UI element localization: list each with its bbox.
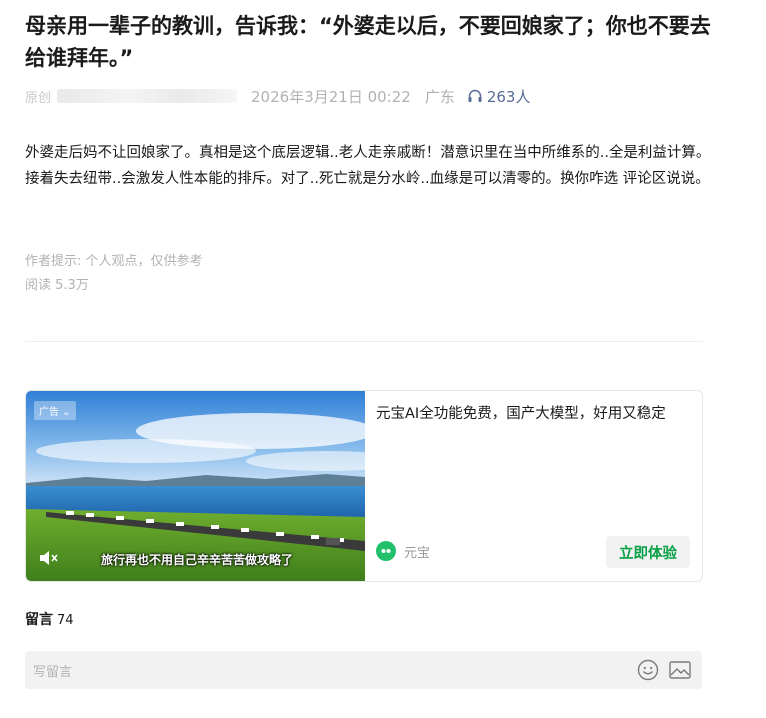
emoji-icon[interactable] <box>637 659 659 681</box>
headphones-icon <box>468 89 482 102</box>
publish-date: 2026年3月21日 00:22 <box>251 87 411 106</box>
mute-icon[interactable] <box>38 549 58 567</box>
article-title: 母亲用一辈子的教训，告诉我：“外婆走以后，不要回娘家了；你也不要去给谁拜年。” <box>25 14 711 70</box>
divider <box>25 341 703 342</box>
ad-brand[interactable]: 元宝 <box>376 541 430 561</box>
comments-header: 留言 74 <box>25 609 74 629</box>
comments-count: 74 <box>57 613 74 628</box>
image-icon[interactable] <box>669 660 691 680</box>
comment-placeholder: 写留言 <box>33 665 73 680</box>
listen-count: 263人 <box>486 87 531 106</box>
article-body: 外婆走后妈不让回娘家了。真相是这个底层逻辑..老人走亲戚断！潜意识里在当中所维系… <box>25 145 711 187</box>
ad-tag[interactable]: 广告 ⌄ <box>34 401 76 420</box>
ad-card[interactable]: 广告 ⌄ 旅行再也不用自己辛辛苦苦做攻略了 元宝AI全功能免费，国产大模型，好用… <box>25 390 703 582</box>
author-note: 作者提示: 个人观点，仅供参考 <box>25 254 203 269</box>
origin-label: 原创 <box>25 90 52 106</box>
ad-brand-name: 元宝 <box>404 545 431 561</box>
author-name-redacted[interactable] <box>57 89 238 103</box>
comments-label: 留言 <box>25 612 53 628</box>
comment-input[interactable]: 写留言 <box>25 651 702 689</box>
listen-button[interactable]: 263人 <box>467 86 531 107</box>
ad-video[interactable]: 广告 ⌄ 旅行再也不用自己辛辛苦苦做攻略了 <box>26 391 365 581</box>
try-now-button[interactable]: 立即体验 <box>606 536 690 568</box>
read-count: 阅读 5.3万 <box>25 278 89 293</box>
article-meta: 原创 2026年3月21日 00:22 广东 263人 <box>25 85 530 107</box>
publish-region: 广东 <box>424 87 455 106</box>
yuanbao-logo-icon <box>376 541 396 561</box>
ad-video-caption: 旅行再也不用自己辛辛苦苦做攻略了 <box>101 553 294 567</box>
ad-text[interactable]: 元宝AI全功能免费，国产大模型，好用又稳定 <box>376 403 686 425</box>
